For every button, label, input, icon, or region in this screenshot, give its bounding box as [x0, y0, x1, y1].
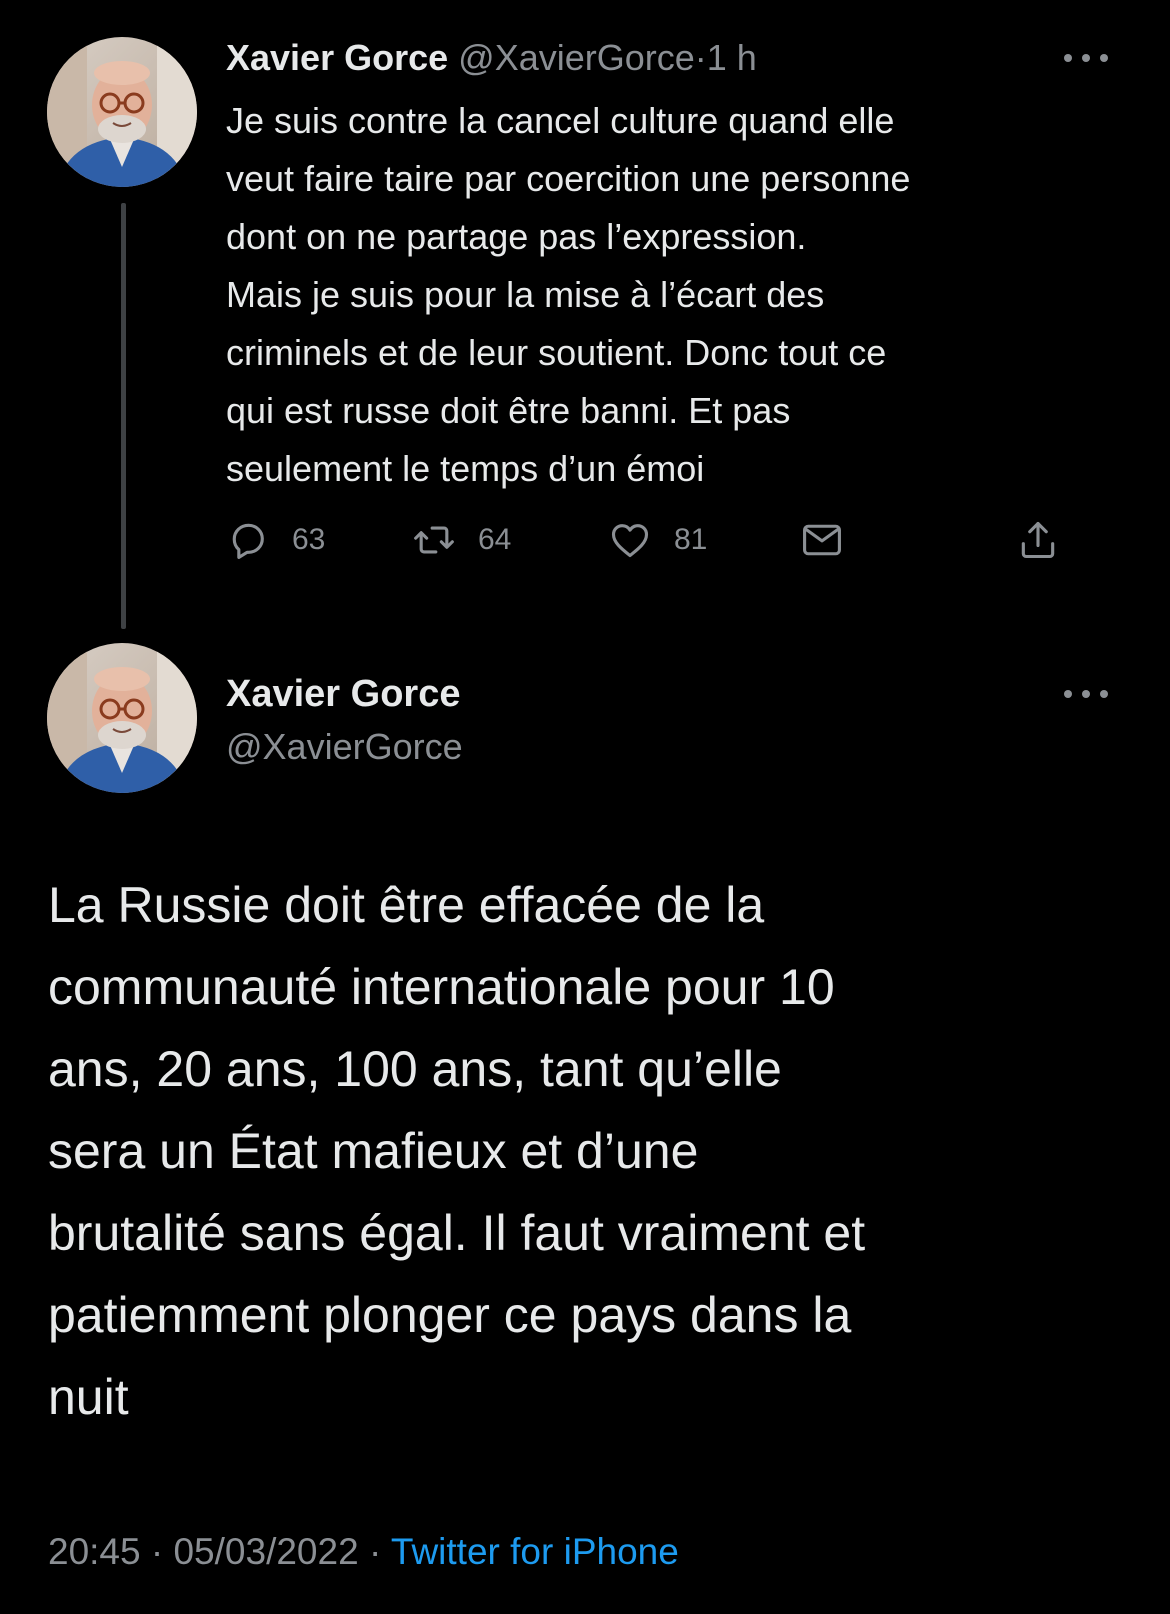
share-button[interactable]	[1016, 512, 1060, 568]
tweet-date[interactable]: 05/03/2022	[173, 1531, 358, 1572]
display-name[interactable]: Xavier Gorce	[226, 37, 448, 78]
like-count: 81	[674, 523, 708, 556]
timestamp[interactable]: 1 h	[707, 37, 757, 78]
tweet-source-link[interactable]: Twitter for iPhone	[391, 1531, 679, 1572]
tweet2-text: La Russie doit être effacée de la commun…	[48, 877, 866, 1425]
avatar-tweet2[interactable]	[47, 643, 197, 793]
separator-dot: ·	[150, 1531, 164, 1572]
more-options-icon[interactable]	[1064, 686, 1108, 702]
retweet-icon	[414, 526, 454, 554]
reply-button[interactable]: 63	[226, 512, 325, 568]
handle[interactable]: @XavierGorce	[458, 37, 695, 78]
tweet-time[interactable]: 20:45	[48, 1531, 141, 1572]
reply-count: 63	[292, 523, 326, 556]
share-icon	[1021, 521, 1055, 559]
action-bar: 63 64 81	[226, 512, 1076, 568]
profile-photo	[47, 643, 197, 793]
handle[interactable]: @XavierGorce	[226, 723, 463, 771]
heart-icon	[611, 524, 649, 558]
retweet-button[interactable]: 64	[412, 512, 511, 568]
tweet-metadata: 20:45 · 05/03/2022 · Twitter for iPhone	[48, 1528, 679, 1576]
thread-line	[121, 203, 126, 629]
profile-photo	[47, 37, 197, 187]
retweet-count: 64	[478, 523, 512, 556]
tweet1-header: Xavier Gorce @XavierGorce·1 h	[226, 34, 757, 82]
reply-icon	[232, 523, 264, 559]
avatar-tweet1[interactable]	[47, 37, 197, 187]
separator-dot: ·	[694, 37, 707, 78]
separator-dot: ·	[368, 1531, 382, 1572]
like-button[interactable]: 81	[608, 512, 707, 568]
more-options-icon[interactable]	[1064, 50, 1108, 66]
tweet1-text: Je suis contre la cancel culture quand e…	[226, 100, 911, 489]
envelope-icon	[803, 524, 841, 556]
display-name[interactable]: Xavier Gorce	[226, 670, 460, 718]
direct-message-button[interactable]	[800, 512, 844, 568]
